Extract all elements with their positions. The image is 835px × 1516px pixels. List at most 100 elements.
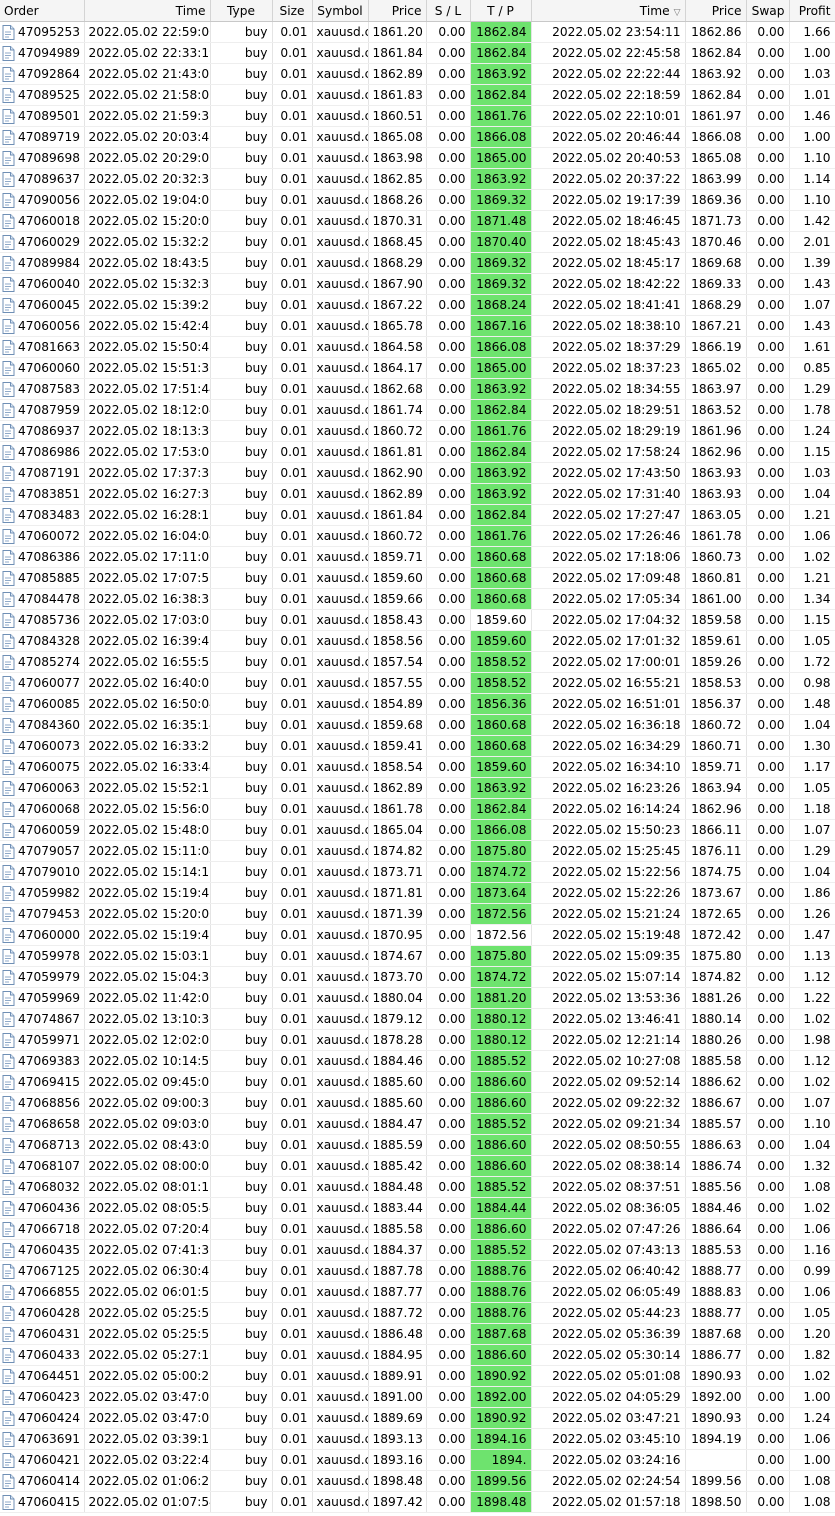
table-row[interactable]: 47090056 2022.05.02 19:04:02 buy 0.01 xauusd… xyxy=(0,189,835,211)
table-row[interactable]: 47060029 2022.05.02 15:32:29 buy 0.01 xauusd… xyxy=(0,231,835,253)
table-row[interactable]: 47081663 2022.05.02 15:50:43 buy 0.01 xauusd… xyxy=(0,336,835,358)
table-row[interactable]: 47084328 2022.05.02 16:39:46 buy 0.01 xauusd… xyxy=(0,630,835,652)
table-row[interactable]: 47089698 2022.05.02 20:29:05 buy 0.01 xauusd… xyxy=(0,147,835,169)
symbol-cell: xauusd.c xyxy=(312,1113,369,1135)
table-row[interactable]: 47085736 2022.05.02 17:03:03 buy 0.01 xauusd… xyxy=(0,609,835,631)
table-row[interactable]: 47060077 2022.05.02 16:40:08 buy 0.01 xauusd… xyxy=(0,672,835,694)
open-price-cell: 1861.20 xyxy=(368,21,427,43)
table-row[interactable]: 47060433 2022.05.02 05:27:19 buy 0.01 xauusd… xyxy=(0,1344,835,1366)
order-number: 47084478 xyxy=(18,591,81,606)
table-row[interactable]: 47089525 2022.05.02 21:58:01 buy 0.01 xauusd… xyxy=(0,84,835,106)
table-row[interactable]: 47060428 2022.05.02 05:25:59 buy 0.01 xauusd… xyxy=(0,1302,835,1324)
table-row[interactable]: 47079010 2022.05.02 15:14:15 buy 0.01 xauusd… xyxy=(0,861,835,883)
table-row[interactable]: 47089984 2022.05.02 18:43:56 buy 0.01 xauusd… xyxy=(0,252,835,274)
table-row[interactable]: 47086386 2022.05.02 17:11:07 buy 0.01 xauusd… xyxy=(0,546,835,568)
table-row[interactable]: 47087959 2022.05.02 18:12:04 buy 0.01 xauusd… xyxy=(0,399,835,421)
table-row[interactable]: 47079453 2022.05.02 15:20:00 buy 0.01 xauusd… xyxy=(0,903,835,925)
header-profit[interactable]: Profit xyxy=(789,0,835,22)
type-cell: buy xyxy=(210,21,273,43)
table-row[interactable]: 47060045 2022.05.02 15:39:25 buy 0.01 xauusd… xyxy=(0,294,835,316)
table-row[interactable]: 47087191 2022.05.02 17:37:36 buy 0.01 xauusd… xyxy=(0,462,835,484)
table-row[interactable]: 47060414 2022.05.02 01:06:25 buy 0.01 xauusd… xyxy=(0,1470,835,1492)
table-row[interactable]: 47085885 2022.05.02 17:07:52 buy 0.01 xauusd… xyxy=(0,567,835,589)
header-size[interactable]: Size xyxy=(272,0,313,22)
table-row[interactable]: 47059978 2022.05.02 15:03:13 buy 0.01 xauusd… xyxy=(0,945,835,967)
header-type[interactable]: Type xyxy=(210,0,273,22)
order-document-icon xyxy=(2,1347,15,1363)
table-row[interactable]: 47060000 2022.05.02 15:19:47 buy 0.01 xauusd… xyxy=(0,924,835,946)
table-row[interactable]: 47060435 2022.05.02 07:41:35 buy 0.01 xauusd… xyxy=(0,1239,835,1261)
header-open-time[interactable]: Time xyxy=(84,0,211,22)
table-row[interactable]: 47095253 2022.05.02 22:59:00 buy 0.01 xauusd… xyxy=(0,21,835,43)
table-row[interactable]: 47089637 2022.05.02 20:32:30 buy 0.01 xauusd… xyxy=(0,168,835,190)
table-row[interactable]: 47060075 2022.05.02 16:33:44 buy 0.01 xauusd… xyxy=(0,756,835,778)
close-price-cell: 1869.33 xyxy=(685,273,747,295)
header-open-price[interactable]: Price xyxy=(368,0,427,22)
table-row[interactable]: 47060073 2022.05.02 16:33:29 buy 0.01 xauusd… xyxy=(0,735,835,757)
table-row[interactable]: 47060072 2022.05.02 16:04:04 buy 0.01 xauusd… xyxy=(0,525,835,547)
order-document-icon xyxy=(2,423,15,439)
header-sl[interactable]: S / L xyxy=(426,0,471,22)
table-row[interactable]: 47059982 2022.05.02 15:19:46 buy 0.01 xauusd… xyxy=(0,882,835,904)
close-price-cell: 1881.26 xyxy=(685,987,747,1009)
table-row[interactable]: 47066718 2022.05.02 07:20:49 buy 0.01 xauusd… xyxy=(0,1218,835,1240)
table-row[interactable]: 47066855 2022.05.02 06:01:52 buy 0.01 xauusd… xyxy=(0,1281,835,1303)
table-row[interactable]: 47083483 2022.05.02 16:28:19 buy 0.01 xauusd… xyxy=(0,504,835,526)
open-price-cell: 1868.29 xyxy=(368,252,427,274)
table-row[interactable]: 47060423 2022.05.02 03:47:09 buy 0.01 xauusd… xyxy=(0,1386,835,1408)
table-row[interactable]: 47060056 2022.05.02 15:42:40 buy 0.01 xauusd… xyxy=(0,315,835,337)
table-row[interactable]: 47064451 2022.05.02 05:00:22 buy 0.01 xauusd… xyxy=(0,1365,835,1387)
header-tp[interactable]: T / P xyxy=(470,0,532,22)
table-row[interactable]: 47060059 2022.05.02 15:48:05 buy 0.01 xauusd… xyxy=(0,819,835,841)
table-row[interactable]: 47060424 2022.05.02 03:47:09 buy 0.01 xauusd… xyxy=(0,1407,835,1429)
table-row[interactable]: 47086986 2022.05.02 17:53:08 buy 0.01 xauusd… xyxy=(0,441,835,463)
header-swap[interactable]: Swap xyxy=(746,0,790,22)
open-price-cell: 1871.81 xyxy=(368,882,427,904)
table-row[interactable]: 47060063 2022.05.02 15:52:15 buy 0.01 xauusd… xyxy=(0,777,835,799)
sl-cell: 0.00 xyxy=(426,252,471,274)
table-row[interactable]: 47060085 2022.05.02 16:50:04 buy 0.01 xauusd… xyxy=(0,693,835,715)
table-row[interactable]: 47068032 2022.05.02 08:01:18 buy 0.01 xauusd… xyxy=(0,1176,835,1198)
table-row[interactable]: 47060436 2022.05.02 08:05:54 buy 0.01 xauusd… xyxy=(0,1197,835,1219)
table-row[interactable]: 47074867 2022.05.02 13:10:30 buy 0.01 xauusd… xyxy=(0,1008,835,1030)
table-row[interactable]: 47087583 2022.05.02 17:51:44 buy 0.01 xauusd… xyxy=(0,378,835,400)
table-row[interactable]: 47069415 2022.05.02 09:45:01 buy 0.01 xauusd… xyxy=(0,1071,835,1093)
table-row[interactable]: 47068713 2022.05.02 08:43:03 buy 0.01 xauusd… xyxy=(0,1134,835,1156)
table-row[interactable]: 47085274 2022.05.02 16:55:53 buy 0.01 xauusd… xyxy=(0,651,835,673)
table-row[interactable]: 47067125 2022.05.02 06:30:48 buy 0.01 xauusd… xyxy=(0,1260,835,1282)
table-row[interactable]: 47068856 2022.05.02 09:00:31 buy 0.01 xauusd… xyxy=(0,1092,835,1114)
header-close-price[interactable]: Price xyxy=(685,0,747,22)
table-row[interactable]: 47083851 2022.05.02 16:27:39 buy 0.01 xauusd… xyxy=(0,483,835,505)
table-row[interactable]: 47084478 2022.05.02 16:38:35 buy 0.01 xauusd… xyxy=(0,588,835,610)
table-row[interactable]: 47060068 2022.05.02 15:56:03 buy 0.01 xauusd… xyxy=(0,798,835,820)
table-row[interactable]: 47059969 2022.05.02 11:42:05 buy 0.01 xauusd… xyxy=(0,987,835,1009)
table-row[interactable]: 47069383 2022.05.02 10:14:59 buy 0.01 xauusd… xyxy=(0,1050,835,1072)
table-row[interactable]: 47089501 2022.05.02 21:59:38 buy 0.01 xauusd… xyxy=(0,105,835,127)
close-time-cell: 2022.05.02 07:43:13 xyxy=(531,1239,686,1261)
table-row[interactable]: 47094989 2022.05.02 22:33:19 buy 0.01 xauusd… xyxy=(0,42,835,64)
table-row[interactable]: 47068658 2022.05.02 09:03:01 buy 0.01 xauusd… xyxy=(0,1113,835,1135)
table-row[interactable]: 47089719 2022.05.02 20:03:40 buy 0.01 xauusd… xyxy=(0,126,835,148)
tp-cell: 1866.08 xyxy=(470,819,532,841)
table-row[interactable]: 47084360 2022.05.02 16:35:14 buy 0.01 xauusd… xyxy=(0,714,835,736)
open-price-cell: 1885.58 xyxy=(368,1218,427,1240)
table-row[interactable]: 47060060 2022.05.02 15:51:30 buy 0.01 xauusd… xyxy=(0,357,835,379)
table-row[interactable]: 47063691 2022.05.02 03:39:12 buy 0.01 xauusd… xyxy=(0,1428,835,1450)
table-row[interactable]: 47068107 2022.05.02 08:00:01 buy 0.01 xauusd… xyxy=(0,1155,835,1177)
close-price-cell: 1863.99 xyxy=(685,168,747,190)
header-close-time[interactable]: Time ▽ xyxy=(531,0,686,22)
header-order[interactable]: Order xyxy=(0,0,85,22)
table-row[interactable]: 47060431 2022.05.02 05:25:59 buy 0.01 xauusd… xyxy=(0,1323,835,1345)
table-row[interactable]: 47079057 2022.05.02 15:11:04 buy 0.01 xauusd… xyxy=(0,840,835,862)
table-row[interactable]: 47059971 2022.05.02 12:02:02 buy 0.01 xauusd… xyxy=(0,1029,835,1051)
table-row[interactable]: 47059979 2022.05.02 15:04:30 buy 0.01 xauusd… xyxy=(0,966,835,988)
table-row[interactable]: 47086937 2022.05.02 18:13:30 buy 0.01 xauusd… xyxy=(0,420,835,442)
table-row[interactable]: 47092864 2022.05.02 21:43:02 buy 0.01 xauusd… xyxy=(0,63,835,85)
order-document-icon xyxy=(2,969,15,985)
table-row[interactable]: 47060040 2022.05.02 15:32:32 buy 0.01 xauusd… xyxy=(0,273,835,295)
table-row[interactable]: 47060421 2022.05.02 03:22:49 buy 0.01 xauusd… xyxy=(0,1449,835,1471)
table-row[interactable]: 47060415 2022.05.02 01:07:54 buy 0.01 xauusd… xyxy=(0,1491,835,1513)
order-document-icon xyxy=(2,129,15,145)
header-symbol[interactable]: Symbol xyxy=(312,0,369,22)
table-row[interactable]: 47060018 2022.05.02 15:20:09 buy 0.01 xauusd… xyxy=(0,210,835,232)
